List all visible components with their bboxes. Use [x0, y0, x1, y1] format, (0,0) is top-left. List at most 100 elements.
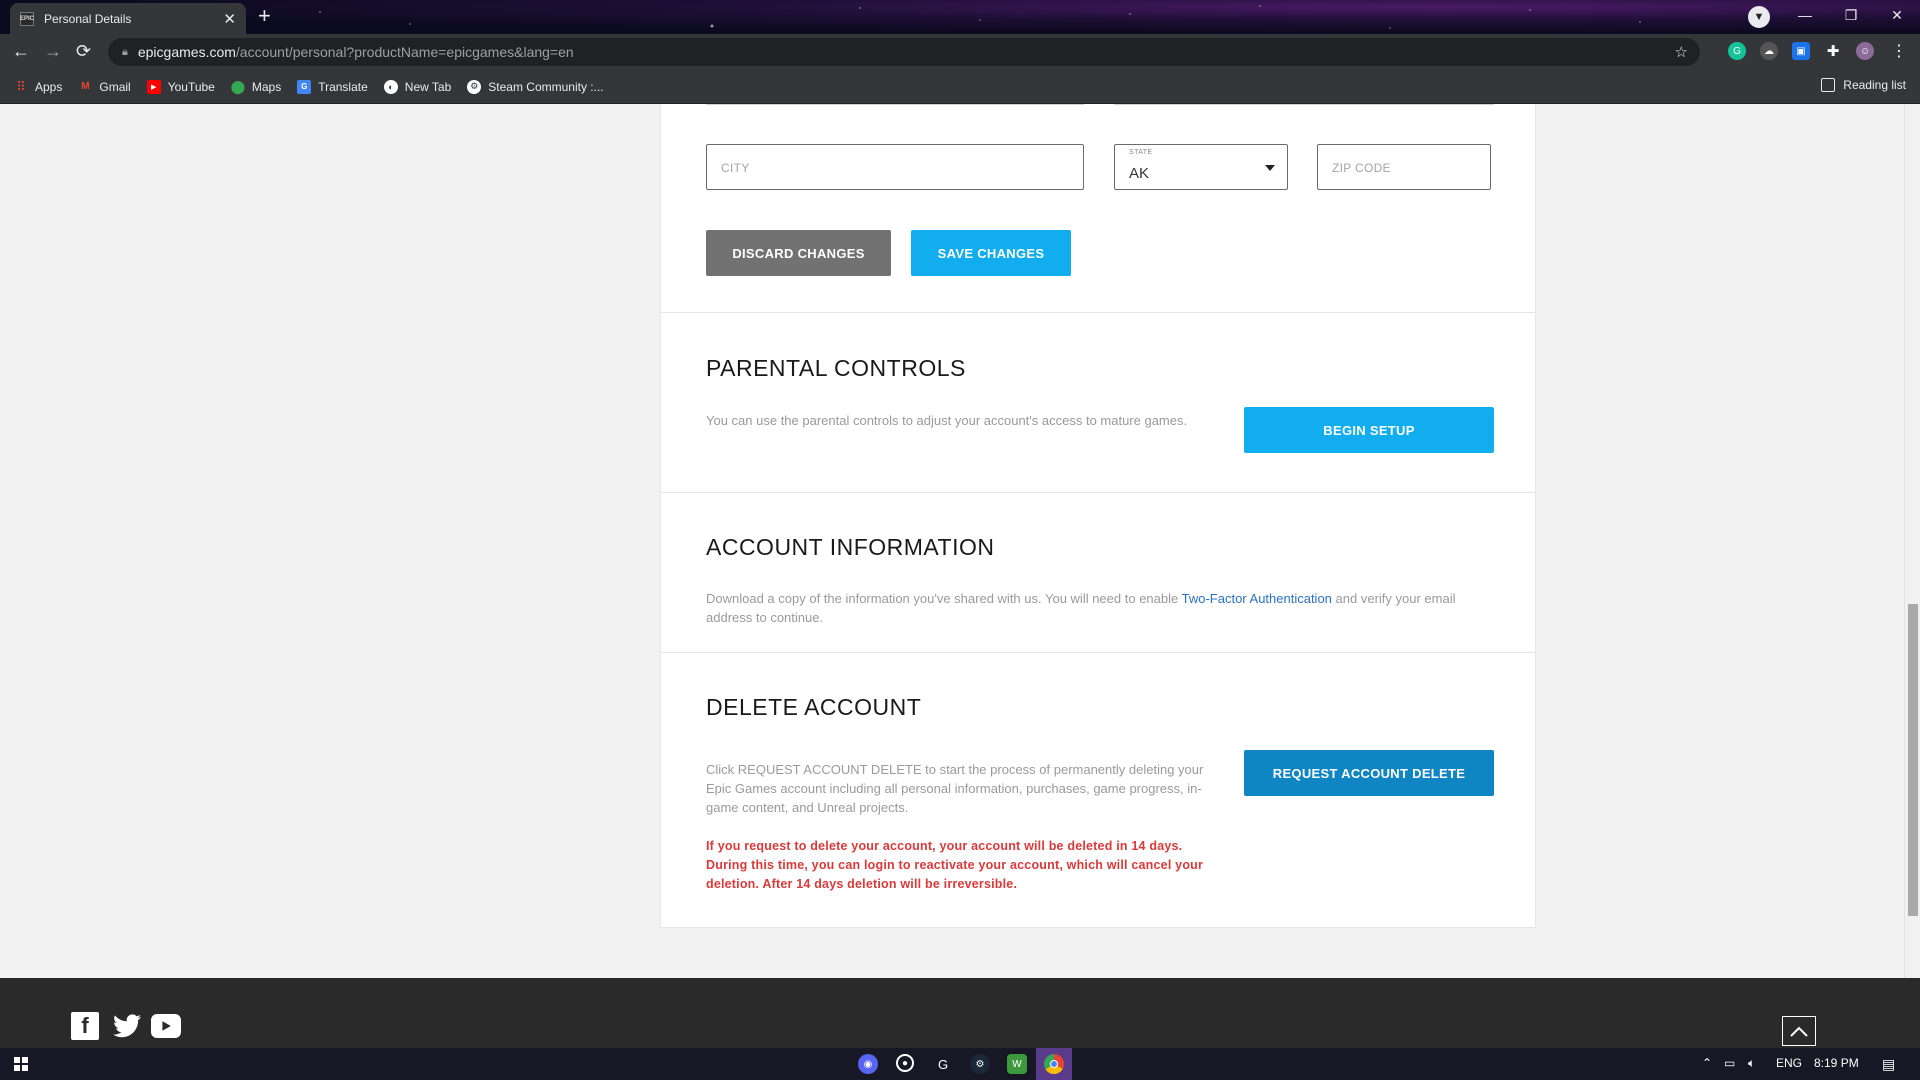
- scroll-to-top-button[interactable]: [1782, 1016, 1816, 1046]
- lock-icon: 🔒︎: [122, 45, 128, 58]
- bookmark-label: YouTube: [167, 79, 215, 94]
- bookmark-translate[interactable]: G Translate: [297, 79, 368, 94]
- browser-toolbar: ← → ⟳ 🔒︎ epicgames.com/account/personal?…: [0, 34, 1920, 70]
- grammarly-extension-icon[interactable]: G: [1728, 42, 1746, 60]
- reading-list-button[interactable]: Reading list: [1821, 78, 1906, 92]
- bookmark-star-icon[interactable]: ☆: [1675, 43, 1688, 61]
- gmail-icon: M: [81, 81, 90, 92]
- windows-start-icon[interactable]: [14, 1057, 28, 1071]
- steam-icon: ⚙: [467, 79, 482, 94]
- network-icon[interactable]: ▭: [1724, 1056, 1735, 1070]
- discord-taskbar-icon[interactable]: ◉: [858, 1054, 878, 1074]
- save-changes-button[interactable]: SAVE CHANGES: [911, 230, 1071, 276]
- chrome-taskbar-icon[interactable]: [1044, 1054, 1064, 1074]
- forward-arrow-icon[interactable]: →: [44, 41, 62, 61]
- logitech-taskbar-icon[interactable]: G: [933, 1054, 953, 1074]
- bookmark-label: Apps: [35, 79, 63, 94]
- translate-icon: G: [297, 79, 312, 94]
- bookmark-apps[interactable]: ⠿ Apps: [14, 78, 63, 94]
- two-factor-authentication-link[interactable]: Two-Factor Authentication: [1182, 591, 1332, 606]
- clock[interactable]: 8:19 PM: [1814, 1056, 1859, 1070]
- browser-title-bar: EPIC Personal Details ✕ + ▼ — ❐ ✕: [0, 0, 1920, 34]
- extension-window-icon[interactable]: ▣: [1792, 42, 1810, 60]
- request-account-delete-button[interactable]: REQUEST ACCOUNT DELETE: [1244, 750, 1494, 796]
- delete-account-title: DELETE ACCOUNT: [706, 694, 922, 720]
- state-value: AK: [1129, 165, 1150, 182]
- tab-title: Personal Details: [44, 11, 132, 26]
- browser-menu-icon[interactable]: ⋮: [1890, 42, 1908, 60]
- apps-grid-icon: ⠿: [16, 78, 26, 94]
- notifications-icon[interactable]: ▤: [1882, 1056, 1895, 1073]
- tray-overflow-chevron-icon[interactable]: ⌃: [1702, 1056, 1712, 1070]
- wallpaper-stars: [0, 0, 1920, 34]
- delete-account-warning: If you request to delete your account, y…: [706, 839, 1204, 891]
- account-information-title: ACCOUNT INFORMATION: [706, 534, 995, 560]
- city-input[interactable]: CITY: [706, 144, 1084, 190]
- language-indicator[interactable]: ENG: [1776, 1056, 1802, 1070]
- zip-code-placeholder: ZIP CODE: [1332, 161, 1391, 175]
- bookmark-label: Translate: [318, 79, 368, 94]
- reading-list-icon: [1821, 78, 1836, 92]
- url-path: /account/personal?productName=epicgames&…: [235, 44, 574, 60]
- parental-controls-section: PARENTAL CONTROLS You can use the parent…: [660, 313, 1536, 493]
- zip-code-input[interactable]: ZIP CODE: [1317, 144, 1491, 190]
- tab-close-icon[interactable]: ✕: [223, 10, 236, 28]
- caret-down-icon: [1265, 165, 1275, 171]
- facebook-icon[interactable]: f: [71, 1012, 99, 1040]
- reload-icon[interactable]: ⟳: [76, 41, 91, 61]
- site-footer: f: [0, 978, 1920, 1048]
- steam-taskbar-icon[interactable]: ⚙: [970, 1054, 990, 1074]
- restore-button[interactable]: ❐: [1828, 0, 1874, 30]
- bookmark-label: Steam Community :...: [488, 79, 604, 94]
- app-taskbar-icon[interactable]: W: [1007, 1054, 1027, 1074]
- url-host: epicgames.com: [137, 44, 236, 60]
- account-info-text-before: Download a copy of the information you'v…: [706, 591, 1182, 606]
- bookmark-label: Gmail: [99, 79, 131, 94]
- address-line-2-field-edge: [1114, 104, 1494, 105]
- new-tab-button[interactable]: +: [258, 5, 271, 27]
- download-indicator-icon[interactable]: ▼: [1748, 6, 1770, 28]
- bookmark-youtube[interactable]: ▶ YouTube: [146, 79, 215, 94]
- city-placeholder: CITY: [721, 161, 750, 175]
- reading-list-label: Reading list: [1843, 78, 1906, 92]
- twitter-icon[interactable]: [112, 1012, 142, 1040]
- chevron-up-icon: [1790, 1026, 1808, 1037]
- account-information-description: Download a copy of the information you'v…: [706, 589, 1496, 627]
- delete-account-description: Click REQUEST ACCOUNT DELETE to start th…: [706, 762, 1204, 815]
- obs-taskbar-icon[interactable]: ●: [896, 1054, 914, 1072]
- begin-setup-button[interactable]: BEGIN SETUP: [1244, 407, 1494, 453]
- bookmark-new-tab[interactable]: ◐ New Tab: [383, 79, 452, 94]
- page-scrollbar[interactable]: [1904, 104, 1920, 978]
- profile-avatar[interactable]: ☺: [1856, 42, 1874, 60]
- address-line-field-edge: [706, 104, 1084, 105]
- windows-taskbar: ◉ ● G ⚙ W ⌃ ▭ 🔈︎ ENG 8:19 PM ▤: [0, 1048, 1920, 1080]
- bookmark-label: New Tab: [404, 79, 452, 94]
- bookmark-steam-community[interactable]: ⚙ Steam Community :...: [467, 79, 604, 94]
- delete-account-section: DELETE ACCOUNT Click REQUEST ACCOUNT DEL…: [660, 653, 1536, 928]
- youtube-footer-icon[interactable]: [151, 1014, 181, 1038]
- page-viewport: CITY STATE AK ZIP CODE DISCARD CHANGES S…: [0, 104, 1920, 978]
- bookmark-label: Maps: [251, 79, 282, 94]
- volume-icon[interactable]: 🔈︎: [1748, 1056, 1755, 1071]
- extension-cloud-icon[interactable]: ☁: [1760, 42, 1778, 60]
- epic-favicon-icon: EPIC: [20, 11, 34, 26]
- discard-changes-button[interactable]: DISCARD CHANGES: [706, 230, 891, 276]
- close-window-button[interactable]: ✕: [1874, 0, 1920, 30]
- new-tab-icon: ◐: [383, 79, 398, 94]
- parental-controls-description: You can use the parental controls to adj…: [706, 413, 1188, 428]
- scrollbar-thumb[interactable]: [1908, 604, 1918, 916]
- state-label: STATE: [1129, 149, 1153, 156]
- bookmark-gmail[interactable]: M Gmail: [78, 79, 131, 94]
- bookmark-maps[interactable]: ⬤ Maps: [230, 78, 282, 94]
- back-arrow-icon[interactable]: ←: [12, 41, 30, 61]
- minimize-button[interactable]: —: [1782, 0, 1828, 30]
- parental-controls-title: PARENTAL CONTROLS: [706, 355, 966, 381]
- maps-icon: ⬤: [230, 78, 246, 94]
- bookmarks-bar: ⠿ Apps M Gmail ▶ YouTube ⬤ Maps G Transl…: [0, 70, 1920, 104]
- extensions-puzzle-icon[interactable]: ✚: [1824, 42, 1842, 60]
- account-information-section: ACCOUNT INFORMATION Download a copy of t…: [660, 493, 1536, 653]
- browser-tab-personal-details[interactable]: EPIC Personal Details ✕: [10, 3, 246, 34]
- youtube-icon: ▶: [146, 79, 161, 94]
- state-select[interactable]: STATE AK: [1114, 144, 1288, 190]
- address-bar[interactable]: 🔒︎ epicgames.com/account/personal?produc…: [108, 38, 1700, 66]
